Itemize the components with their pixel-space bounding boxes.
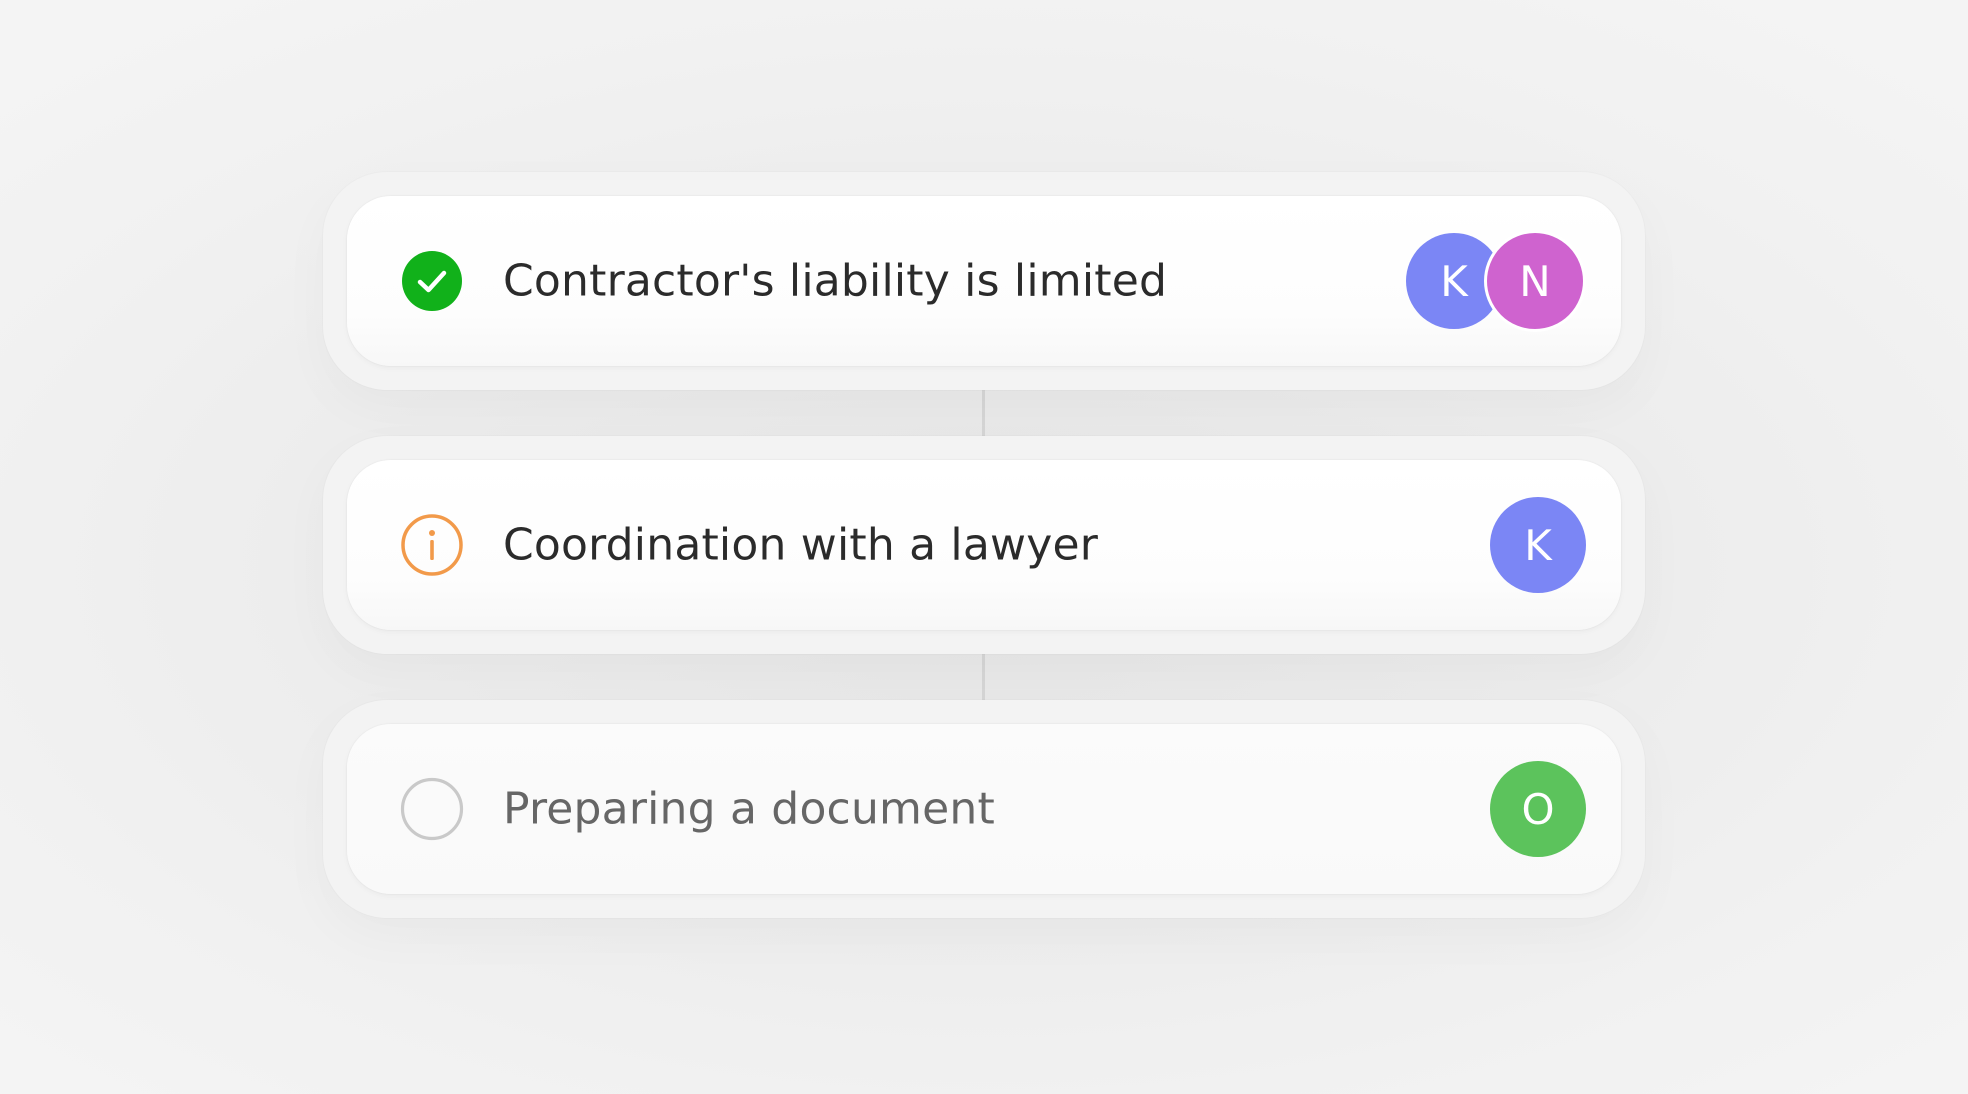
task-card-outer: Contractor's liability is limited K N bbox=[323, 172, 1645, 390]
avatar-initial: K bbox=[1524, 520, 1552, 570]
avatar-initial: N bbox=[1519, 256, 1551, 306]
timeline-connector bbox=[982, 654, 985, 702]
avatar[interactable]: O bbox=[1490, 761, 1586, 857]
task-card-outer: Preparing a document O bbox=[323, 700, 1645, 918]
timeline-connector bbox=[982, 390, 985, 438]
task-title: Preparing a document bbox=[503, 783, 995, 835]
task-card[interactable]: Coordination with a lawyer K bbox=[347, 460, 1621, 630]
task-timeline: Contractor's liability is limited K N Co… bbox=[0, 0, 1968, 1094]
info-circle-icon[interactable] bbox=[400, 513, 464, 577]
assignee-group: K bbox=[1490, 497, 1586, 593]
check-circle-icon[interactable] bbox=[400, 249, 464, 313]
task-title: Contractor's liability is limited bbox=[503, 255, 1168, 307]
assignee-group: K N bbox=[1406, 230, 1586, 332]
task-card-outer: Coordination with a lawyer K bbox=[323, 436, 1645, 654]
avatar-initial: K bbox=[1440, 256, 1468, 306]
task-card[interactable]: Contractor's liability is limited K N bbox=[347, 196, 1621, 366]
assignee-group: O bbox=[1490, 761, 1586, 857]
avatar[interactable]: K bbox=[1490, 497, 1586, 593]
avatar-initial: O bbox=[1521, 784, 1555, 834]
empty-circle-icon[interactable] bbox=[400, 777, 464, 841]
avatar[interactable]: N bbox=[1484, 230, 1586, 332]
task-title: Coordination with a lawyer bbox=[503, 519, 1099, 571]
task-card[interactable]: Preparing a document O bbox=[347, 724, 1621, 894]
